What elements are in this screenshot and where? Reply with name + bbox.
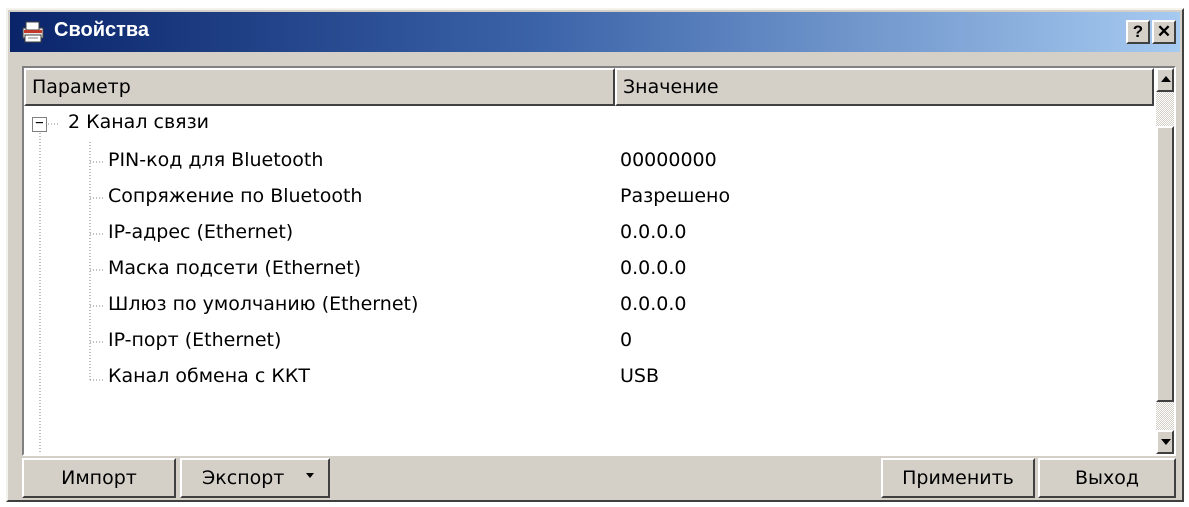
close-icon: ✕: [1156, 22, 1172, 41]
param-value: 0.0.0.0: [620, 221, 687, 243]
scrollbar-thumb[interactable]: [1156, 126, 1174, 402]
param-name: PIN-код для Bluetooth: [108, 149, 324, 171]
tree-view: − 2 Канал связи PIN-код для Bluetooth 00…: [24, 106, 1154, 454]
column-header-value[interactable]: Значение: [615, 68, 1154, 106]
list-item[interactable]: PIN-код для Bluetooth 00000000: [24, 144, 1154, 180]
list-item[interactable]: Сопряжение по Bluetooth Разрешено: [24, 180, 1154, 216]
param-value: 0: [620, 329, 633, 351]
param-name: Канал обмена с ККТ: [108, 365, 310, 387]
arrow-up-icon: [1161, 76, 1171, 82]
group-label[interactable]: 2 Канал связи: [68, 111, 209, 133]
param-value: USB: [620, 365, 660, 387]
chevron-down-icon: [306, 473, 314, 478]
list-item[interactable]: IP-порт (Ethernet) 0: [24, 324, 1154, 360]
list-item[interactable]: Шлюз по умолчанию (Ethernet) 0.0.0.0: [24, 288, 1154, 324]
param-name: IP-адрес (Ethernet): [108, 221, 294, 243]
list-header: Параметр Значение: [24, 68, 1154, 106]
help-icon: ?: [1132, 22, 1144, 41]
scroll-up-button[interactable]: [1156, 68, 1174, 92]
list-item[interactable]: Маска подсети (Ethernet) 0.0.0.0: [24, 252, 1154, 288]
param-value: Разрешено: [620, 185, 731, 207]
list-item[interactable]: Канал обмена с ККТ USB: [24, 360, 1154, 396]
properties-window: Свойства ? ✕ Параметр Значение − 2 Канал…: [6, 8, 1184, 502]
import-button[interactable]: Импорт: [22, 458, 176, 498]
arrow-down-icon: [1161, 439, 1171, 445]
help-button[interactable]: ?: [1126, 20, 1150, 44]
vertical-scrollbar[interactable]: [1156, 68, 1174, 454]
scroll-down-button[interactable]: [1156, 430, 1174, 454]
list-item[interactable]: IP-адрес (Ethernet) 0.0.0.0: [24, 216, 1154, 252]
param-name: Шлюз по умолчанию (Ethernet): [108, 293, 419, 315]
param-name: IP-порт (Ethernet): [108, 329, 282, 351]
param-value: 0.0.0.0: [620, 257, 687, 279]
apply-button[interactable]: Применить: [881, 458, 1035, 498]
export-button-label: Экспорт: [202, 467, 285, 489]
properties-list[interactable]: Параметр Значение − 2 Канал связи PIN-ко…: [22, 66, 1176, 456]
collapse-icon[interactable]: −: [32, 116, 47, 132]
title-bar[interactable]: Свойства ? ✕: [10, 12, 1180, 52]
param-value: 0.0.0.0: [620, 293, 687, 315]
export-button[interactable]: Экспорт: [180, 458, 330, 498]
close-button[interactable]: ✕: [1152, 20, 1176, 44]
column-header-param[interactable]: Параметр: [24, 68, 615, 106]
param-name: Сопряжение по Bluetooth: [108, 185, 363, 207]
window-title: Свойства: [54, 19, 150, 41]
exit-button[interactable]: Выход: [1038, 458, 1176, 498]
param-name: Маска подсети (Ethernet): [108, 257, 362, 279]
printer-icon: [22, 21, 44, 43]
param-value: 00000000: [620, 149, 717, 171]
